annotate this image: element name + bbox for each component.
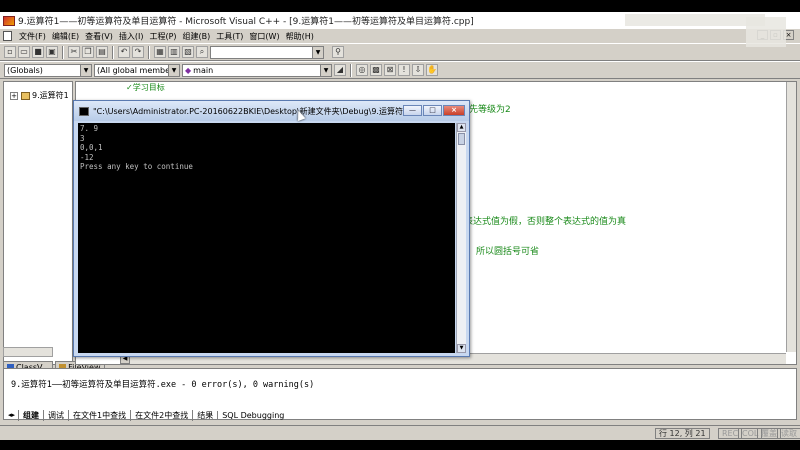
find-icon[interactable]: ⚲ <box>332 46 344 58</box>
find-in-files-icon[interactable]: ⌕ <box>196 46 208 58</box>
redo-icon[interactable]: ↷ <box>132 46 144 58</box>
wizard-action-icon[interactable]: ◢ <box>334 64 346 76</box>
workspace-tree-item[interactable]: + 9.运算符1 <box>10 90 69 101</box>
tab-find-in-files-2[interactable]: 在文件2中查找 <box>130 409 192 421</box>
code-comment-parentheses: 所以圆括号可省 <box>476 247 540 257</box>
editor-vertical-scrollbar[interactable] <box>786 82 796 352</box>
chevron-down-icon[interactable]: ▼ <box>80 64 91 76</box>
tabs-scroll-icon[interactable]: ◂▸ <box>8 411 15 419</box>
vc-ide-window: 9.运算符1——初等运算符及单目运算符 - Microsoft Visual C… <box>0 12 800 440</box>
tab-sql-debugging[interactable]: SQL Debugging <box>217 410 288 420</box>
toolbar-separator <box>350 63 352 77</box>
workspace-panel: + 9.运算符1 <box>3 81 73 365</box>
cursor-position: 行 12, 列 21 <box>655 428 710 439</box>
chevron-down-icon[interactable]: ▼ <box>312 46 323 58</box>
video-frame: 9.运算符1——初等运算符及单目运算符 - Microsoft Visual C… <box>0 0 800 450</box>
function-combo[interactable]: ◆ main ▼ <box>182 63 332 77</box>
function-icon: ◆ <box>185 65 192 75</box>
new-file-icon[interactable]: ▫ <box>4 46 16 58</box>
tab-build[interactable]: 组建 <box>18 409 43 421</box>
menu-project[interactable]: 工程(P) <box>146 31 179 42</box>
find-combo[interactable]: ▼ <box>210 45 324 59</box>
menu-tools[interactable]: 工具(T) <box>213 31 246 42</box>
wizard-bar-toolbar: (Globals) ▼ (All global members ▼ ◆ main… <box>0 61 800 79</box>
toolbar-separator <box>148 45 150 59</box>
code-comment-learning-goal: ✓学习目标 <box>126 83 165 92</box>
console-line: 0,0,1 <box>80 143 103 153</box>
save-all-icon[interactable]: ▣ <box>46 46 58 58</box>
console-line: 7. 9 <box>80 124 99 133</box>
document-icon <box>3 31 12 41</box>
menu-bar: 文件(F) 编辑(E) 查看(V) 插入(I) 工程(P) 组建(B) 工具(T… <box>0 29 800 43</box>
output-tabs: ◂▸ 组建 调试 在文件1中查找 在文件2中查找 结果 SQL Debuggin… <box>8 409 288 421</box>
menu-edit[interactable]: 编辑(E) <box>49 31 82 42</box>
menu-view[interactable]: 查看(V) <box>82 31 116 42</box>
menu-build[interactable]: 组建(B) <box>180 31 214 42</box>
scroll-up-icon[interactable]: ▲ <box>457 123 466 132</box>
tab-results[interactable]: 结果 <box>192 409 217 421</box>
expand-icon[interactable]: + <box>10 91 18 100</box>
workspace-scrollbar[interactable] <box>3 347 53 357</box>
members-combo[interactable]: (All global members ▼ <box>94 63 180 77</box>
build-result-text: 9.运算符1——初等运算符及单目运算符.exe - 0 error(s), 0 … <box>11 380 315 390</box>
console-line: Press any key to continue <box>80 162 193 172</box>
menu-insert[interactable]: 插入(I) <box>116 31 147 42</box>
project-name: 9.运算符1 <box>32 91 69 100</box>
console-maximize-button[interactable]: □ <box>423 105 442 116</box>
save-icon[interactable]: ■ <box>32 46 44 58</box>
function-value: main <box>193 65 214 75</box>
go-icon[interactable]: ⇩ <box>412 64 424 76</box>
scroll-thumb[interactable] <box>458 133 465 145</box>
open-folder-icon[interactable]: ▭ <box>18 46 30 58</box>
console-line: 3 <box>80 133 85 143</box>
tab-debug[interactable]: 调试 <box>43 409 68 421</box>
menu-window[interactable]: 窗口(W) <box>246 31 282 42</box>
menu-help[interactable]: 帮助(H) <box>283 31 317 42</box>
console-icon <box>79 106 89 116</box>
console-window[interactable]: "C:\Users\Administrator.PC-20160622BKIE\… <box>73 100 470 357</box>
console-scrollbar[interactable]: ▲ ▼ <box>456 123 466 353</box>
copy-icon[interactable]: ❐ <box>82 46 94 58</box>
members-value: (All global members <box>97 65 178 75</box>
code-comment-expression: 表达式值为假，否则整个表达式的值为真 <box>464 217 627 227</box>
status-read: 读取 <box>777 428 800 439</box>
console-line: -12 <box>80 152 94 162</box>
scroll-down-icon[interactable]: ▼ <box>457 344 466 353</box>
output-window-icon[interactable]: ▥ <box>168 46 180 58</box>
toolbar-separator <box>62 45 64 59</box>
tab-find-in-files-1[interactable]: 在文件1中查找 <box>68 409 130 421</box>
window-list-icon[interactable]: ▧ <box>182 46 194 58</box>
build-icon[interactable]: ▩ <box>370 64 382 76</box>
cut-icon[interactable]: ✂ <box>68 46 80 58</box>
breakpoint-icon[interactable]: ✋ <box>426 64 438 76</box>
faded-overlay <box>625 14 765 26</box>
console-close-button[interactable]: × <box>443 105 465 116</box>
scope-combo[interactable]: (Globals) ▼ <box>4 63 92 77</box>
vc-app-icon <box>3 15 15 26</box>
paste-icon[interactable]: ▤ <box>96 46 108 58</box>
console-window-controls: — □ × <box>403 105 465 116</box>
toolbar-separator <box>112 45 114 59</box>
console-output-area[interactable]: 7. 9 3 0,0,1 -12 Press any key to continue <box>78 123 455 353</box>
undo-icon[interactable]: ↶ <box>118 46 130 58</box>
chevron-down-icon[interactable]: ▼ <box>168 64 179 76</box>
scope-value: (Globals) <box>7 65 43 75</box>
standard-toolbar: ▫ ▭ ■ ▣ ✂ ❐ ▤ ↶ ↷ ▦ ▥ ▧ ⌕ ▼ ⚲ <box>0 43 800 61</box>
compile-icon[interactable]: ◎ <box>356 64 368 76</box>
console-minimize-button[interactable]: — <box>403 105 422 116</box>
console-title: "C:\Users\Administrator.PC-20160622BKIE\… <box>93 106 413 116</box>
execute-icon[interactable]: ! <box>398 64 410 76</box>
stop-build-icon[interactable]: ⊠ <box>384 64 396 76</box>
chevron-down-icon[interactable]: ▼ <box>320 64 331 76</box>
workspace-icon[interactable]: ▦ <box>154 46 166 58</box>
console-lines: 7. 9 3 0,0,1 -12 Press any key to continue <box>80 124 193 172</box>
menu-file[interactable]: 文件(F) <box>16 31 49 42</box>
faded-overlay <box>746 17 786 47</box>
console-title-bar[interactable]: "C:\Users\Administrator.PC-20160622BKIE\… <box>74 101 469 121</box>
window-title: 9.运算符1——初等运算符及单目运算符 - Microsoft Visual C… <box>18 17 474 27</box>
status-bar: 行 12, 列 21 REC COL 覆盖 读取 <box>0 425 800 440</box>
project-icon <box>21 91 30 100</box>
